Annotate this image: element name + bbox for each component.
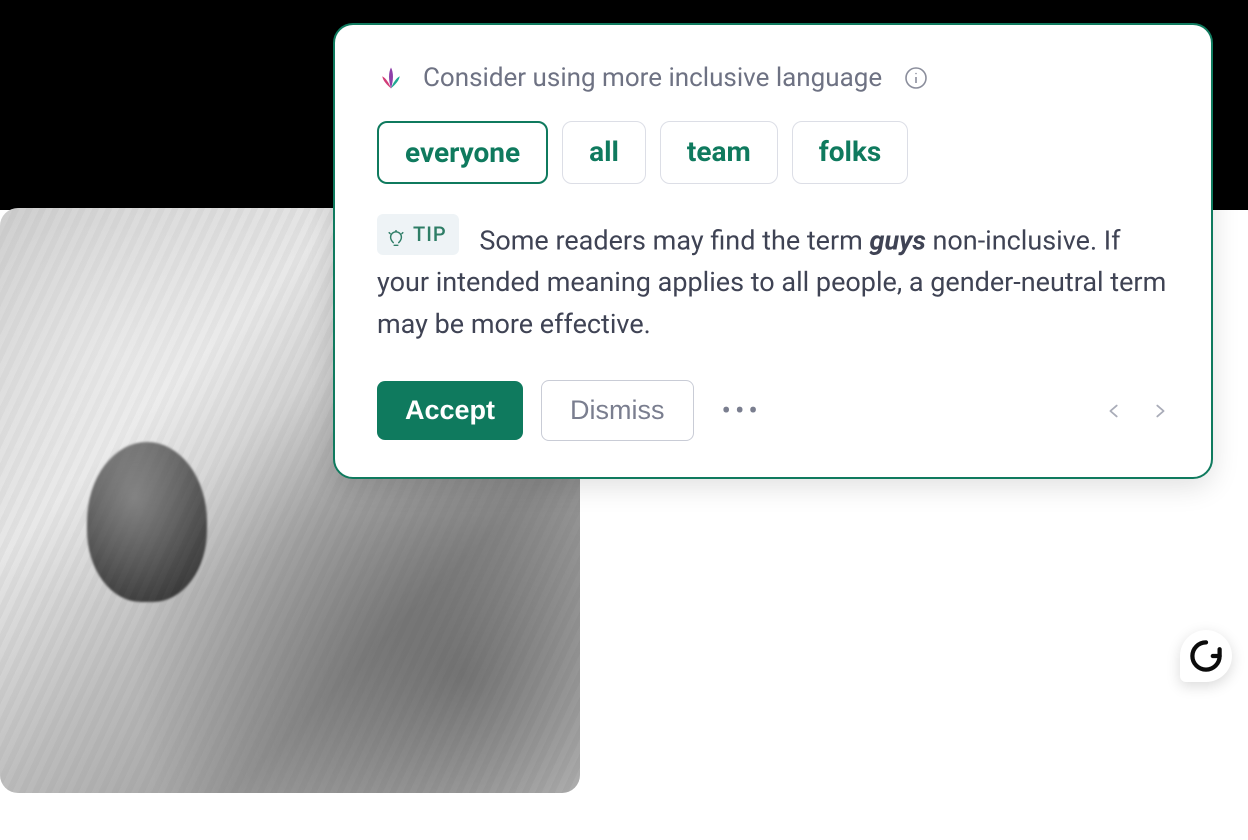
chip-team[interactable]: team bbox=[660, 121, 778, 184]
dismiss-button[interactable]: Dismiss bbox=[541, 380, 694, 441]
tip-text: TIP Some readers may find the term guys … bbox=[377, 214, 1169, 346]
info-icon[interactable] bbox=[904, 66, 928, 90]
card-title: Consider using more inclusive language bbox=[423, 63, 882, 93]
card-actions: Accept Dismiss ••• bbox=[377, 380, 1169, 441]
nav-arrows bbox=[1105, 402, 1169, 420]
suggestion-chips: everyone all team folks bbox=[377, 121, 1169, 184]
tip-highlight: guys bbox=[870, 225, 926, 257]
suggestion-card: Consider using more inclusive language e… bbox=[333, 23, 1213, 479]
lotus-icon bbox=[377, 64, 405, 92]
accept-button[interactable]: Accept bbox=[377, 381, 523, 440]
more-icon[interactable]: ••• bbox=[712, 386, 772, 435]
tip-before: Some readers may find the term bbox=[479, 225, 869, 257]
chip-folks[interactable]: folks bbox=[792, 121, 909, 184]
grammarly-g-icon[interactable] bbox=[1180, 630, 1232, 682]
chevron-right-icon[interactable] bbox=[1151, 402, 1169, 420]
chip-all[interactable]: all bbox=[562, 121, 646, 184]
tip-badge-label: TIP bbox=[413, 219, 447, 250]
card-header: Consider using more inclusive language bbox=[377, 63, 1169, 93]
chevron-left-icon[interactable] bbox=[1105, 402, 1123, 420]
chip-everyone[interactable]: everyone bbox=[377, 121, 548, 184]
bulb-icon bbox=[387, 226, 405, 244]
tip-badge: TIP bbox=[377, 214, 459, 255]
